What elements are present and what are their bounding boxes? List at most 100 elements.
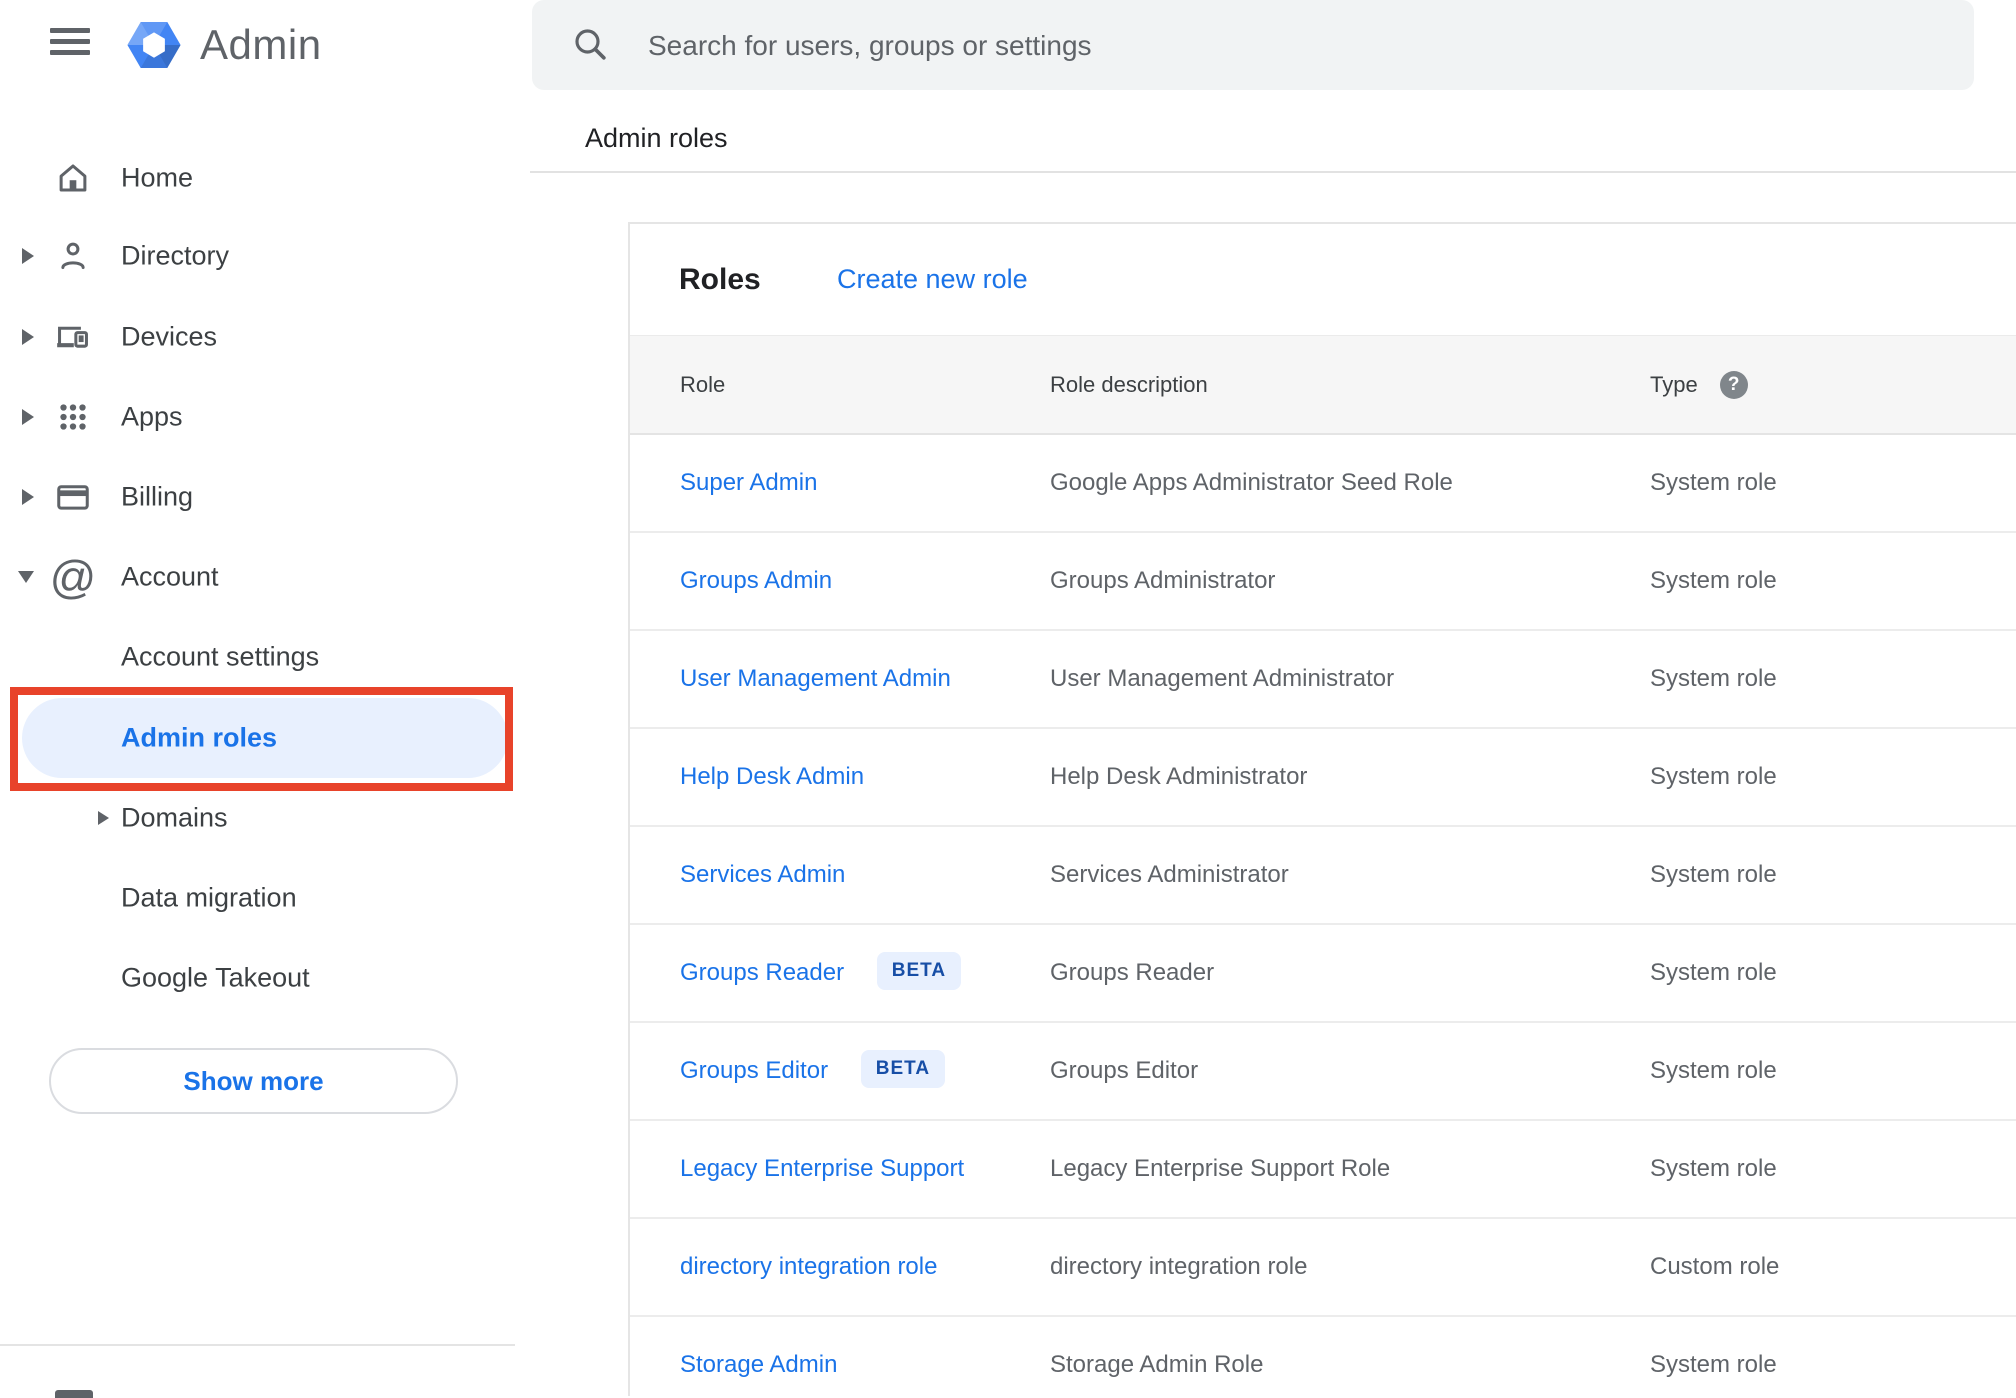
sidebar-item-label: Account: [121, 561, 219, 592]
chevron-right-icon: [22, 248, 34, 264]
role-type: System role: [1650, 567, 1777, 594]
role-link[interactable]: User Management Admin: [680, 665, 951, 692]
sidebar-item-label: Billing: [121, 481, 194, 512]
sidebar-item-billing[interactable]: Billing: [0, 457, 515, 537]
role-type: System role: [1650, 1057, 1777, 1084]
content-divider: [530, 171, 2016, 173]
chevron-right-icon: [22, 489, 34, 505]
role-type: System role: [1650, 1351, 1777, 1378]
search-input[interactable]: Search for users, groups or settings: [532, 0, 1974, 90]
billing-card-icon: [53, 477, 93, 517]
role-description: directory integration role: [1050, 1253, 1308, 1280]
column-header-role: Role: [680, 372, 726, 397]
role-link[interactable]: Legacy Enterprise Support: [680, 1155, 964, 1182]
sidebar-item-account-settings[interactable]: Account settings: [0, 617, 515, 697]
roles-card: Roles Create new role Role Role descript…: [628, 222, 2016, 1396]
sidebar-item-label: Devices: [121, 321, 218, 352]
sidebar-item-admin-roles[interactable]: Admin roles: [22, 698, 508, 778]
sidebar-item-label: Directory: [121, 240, 230, 271]
table-row: Help Desk Admin Help Desk Administrator …: [630, 729, 2016, 827]
sidebar-item-google-takeout[interactable]: Google Takeout: [0, 938, 515, 1018]
show-more-label: Show more: [183, 1065, 324, 1096]
sidebar-item-label: Apps: [121, 401, 183, 432]
sidebar-item-account[interactable]: @ Account: [0, 537, 515, 617]
table-row: directory integration role directory int…: [630, 1219, 2016, 1317]
card-title: Roles: [679, 263, 761, 296]
table-row: Storage Admin Storage Admin Role System …: [630, 1317, 2016, 1396]
role-type: System role: [1650, 665, 1777, 692]
beta-badge: BETA: [860, 1049, 946, 1088]
role-type: System role: [1650, 763, 1777, 790]
menu-hamburger-icon[interactable]: [50, 28, 90, 56]
role-description: User Management Administrator: [1050, 665, 1395, 692]
role-description: Storage Admin Role: [1050, 1351, 1264, 1378]
sidebar-bottom-divider: [0, 1344, 515, 1346]
column-header-type: Type ?: [1650, 336, 1748, 434]
role-description: Help Desk Administrator: [1050, 763, 1308, 790]
role-link[interactable]: Help Desk Admin: [680, 763, 864, 790]
role-description: Groups Editor: [1050, 1057, 1199, 1084]
role-type: System role: [1650, 861, 1777, 888]
table-row: Super Admin Google Apps Administrator Se…: [630, 435, 2016, 533]
chevron-right-icon: [22, 329, 34, 345]
sidebar-item-label: Account settings: [121, 641, 320, 672]
table-row: Legacy Enterprise Support Legacy Enterpr…: [630, 1121, 2016, 1219]
column-header-type-label: Type: [1650, 372, 1698, 397]
search-placeholder: Search for users, groups or settings: [648, 30, 1092, 61]
role-description: Google Apps Administrator Seed Role: [1050, 469, 1453, 496]
role-type: System role: [1650, 469, 1777, 496]
sidebar-item-directory[interactable]: Directory: [0, 216, 515, 296]
role-type: System role: [1650, 1155, 1777, 1182]
sidebar-item-label: Data migration: [121, 882, 297, 913]
sidebar-item-label: Google Takeout: [121, 962, 310, 993]
search-icon: [570, 24, 610, 64]
role-link[interactable]: Super Admin: [680, 469, 817, 496]
sidebar-item-label: Home: [121, 162, 194, 193]
chevron-right-icon: [98, 811, 109, 825]
role-link[interactable]: Services Admin: [680, 861, 845, 888]
show-more-button[interactable]: Show more: [49, 1048, 458, 1114]
role-description: Groups Administrator: [1050, 567, 1276, 594]
table-row: Groups Editor BETA Groups Editor System …: [630, 1023, 2016, 1121]
sidebar-item-label: Domains: [121, 802, 228, 833]
role-description: Groups Reader: [1050, 959, 1215, 986]
sidebar-item-apps[interactable]: Apps: [0, 377, 515, 457]
role-link[interactable]: Groups Reader: [680, 959, 844, 986]
role-type: Custom role: [1650, 1253, 1780, 1280]
sidebar-item-devices[interactable]: Devices: [0, 297, 515, 377]
chevron-right-icon: [22, 409, 34, 425]
table-header-row: Role Role description Type ?: [630, 335, 2016, 435]
column-header-description: Role description: [1050, 372, 1208, 397]
apps-grid-icon: [53, 397, 93, 437]
create-new-role-link[interactable]: Create new role: [837, 224, 1028, 335]
role-type: System role: [1650, 959, 1777, 986]
help-icon[interactable]: ?: [1719, 371, 1748, 399]
breadcrumb: Admin roles: [585, 123, 728, 153]
at-icon: @: [49, 551, 97, 603]
sidebar: Admin Home Directory Devices Apps Billin…: [0, 0, 515, 1398]
table-row: Groups Reader BETA Groups Reader System …: [630, 925, 2016, 1023]
table-row: Groups Admin Groups Administrator System…: [630, 533, 2016, 631]
role-description: Services Administrator: [1050, 861, 1289, 888]
app-title: Admin: [200, 21, 322, 68]
roles-card-header: Roles Create new role: [630, 224, 2016, 335]
devices-icon: [53, 317, 93, 357]
sidebar-item-label: Admin roles: [121, 722, 278, 753]
person-icon: [53, 236, 93, 276]
roles-table-body: Super Admin Google Apps Administrator Se…: [630, 435, 2016, 1396]
partial-bottom-icon: [55, 1390, 93, 1398]
table-row: User Management Admin User Management Ad…: [630, 631, 2016, 729]
role-description: Legacy Enterprise Support Role: [1050, 1155, 1391, 1182]
role-link[interactable]: Storage Admin: [680, 1351, 837, 1378]
sidebar-item-home[interactable]: Home: [0, 138, 515, 218]
admin-logo-icon: [125, 16, 183, 74]
beta-badge: BETA: [876, 951, 962, 990]
role-link[interactable]: Groups Admin: [680, 567, 832, 594]
table-row: Services Admin Services Administrator Sy…: [630, 827, 2016, 925]
home-icon: [53, 158, 93, 198]
sidebar-item-domains[interactable]: Domains: [0, 778, 515, 858]
sidebar-item-data-migration[interactable]: Data migration: [0, 858, 515, 938]
chevron-down-icon: [18, 571, 34, 583]
role-link[interactable]: Groups Editor: [680, 1057, 828, 1084]
role-link[interactable]: directory integration role: [680, 1253, 937, 1280]
